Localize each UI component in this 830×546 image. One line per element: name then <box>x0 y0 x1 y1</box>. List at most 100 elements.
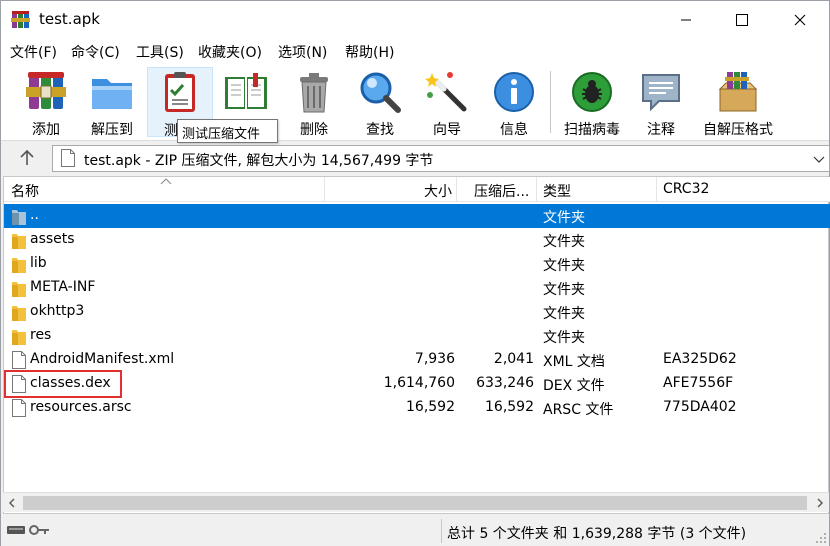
column-type[interactable]: 类型 <box>543 181 571 201</box>
file-name: .. <box>30 207 39 223</box>
file-type: 文件夹 <box>543 306 585 322</box>
file-list: 名称 大小 压缩后... 类型 CRC32 .. 文件夹 assets 文件夹 … <box>3 176 830 514</box>
table-row[interactable]: res 文件夹 <box>4 324 830 348</box>
info-button[interactable]: 信息 <box>484 67 544 138</box>
horizontal-scrollbar[interactable] <box>3 492 829 512</box>
file-name: lib <box>30 255 47 271</box>
file-type: 文件夹 <box>543 282 585 298</box>
sfx-label: 自解压格式 <box>703 122 773 138</box>
table-row[interactable]: META-INF 文件夹 <box>4 276 830 300</box>
toolbar-separator <box>550 71 551 133</box>
up-one-level-icon[interactable] <box>17 148 37 168</box>
table-row[interactable]: okhttp3 文件夹 <box>4 300 830 324</box>
sfx-box-icon <box>718 72 758 112</box>
file-name: META-INF <box>30 279 96 295</box>
toolbar: 添加 解压到 测 删除 查找 向导 信息 扫描病毒 注释 自解压格式 <box>1 63 829 141</box>
test-tooltip: 测试压缩文件 <box>177 119 278 143</box>
file-name: res <box>30 327 52 343</box>
file-icon <box>12 375 26 393</box>
maximize-button[interactable] <box>714 1 770 39</box>
file-type: 文件夹 <box>543 258 585 274</box>
add-label: 添加 <box>32 122 60 138</box>
file-crc: 775DA402 <box>663 399 737 415</box>
sort-ascending-icon <box>160 178 172 185</box>
folder-icon <box>12 234 26 249</box>
view-book-icon <box>225 73 267 109</box>
column-packed[interactable]: 压缩后... <box>474 181 529 201</box>
file-type: 文件夹 <box>543 234 585 250</box>
add-archive-icon <box>26 72 66 109</box>
close-button[interactable] <box>772 1 828 39</box>
scroll-left-icon[interactable] <box>3 493 21 513</box>
delete-button[interactable]: 删除 <box>284 67 344 138</box>
winrar-window: test.apk 文件(F) 命令(C) 工具(S) 收藏夹(O) 选项(N) … <box>0 0 830 546</box>
column-size[interactable]: 大小 <box>424 181 452 201</box>
table-row[interactable]: lib 文件夹 <box>4 252 830 276</box>
table-row[interactable]: assets 文件夹 <box>4 228 830 252</box>
extract-to-button[interactable]: 解压到 <box>81 67 143 138</box>
column-name[interactable]: 名称 <box>11 181 39 201</box>
comment-button[interactable]: 注释 <box>631 67 691 138</box>
drive-key-icon <box>7 525 49 535</box>
menu-favorites[interactable]: 收藏夹(O) <box>198 42 262 62</box>
virus-scan-icon <box>572 72 612 112</box>
path-text: test.apk - ZIP 压缩文件, 解包大小为 14,567,499 字节 <box>84 153 434 169</box>
column-divider[interactable] <box>324 177 325 202</box>
menu-options[interactable]: 选项(N) <box>278 42 327 62</box>
chevron-down-icon[interactable] <box>813 153 825 165</box>
file-name: AndroidManifest.xml <box>30 351 175 367</box>
address-bar: test.apk - ZIP 压缩文件, 解包大小为 14,567,499 字节 <box>1 142 830 174</box>
document-icon <box>61 149 75 167</box>
add-button[interactable]: 添加 <box>13 67 79 138</box>
column-header: 名称 大小 压缩后... 类型 CRC32 <box>4 177 830 202</box>
magnifier-icon <box>360 72 401 113</box>
wizard-button[interactable]: 向导 <box>417 67 477 138</box>
path-combobox[interactable]: test.apk - ZIP 压缩文件, 解包大小为 14,567,499 字节 <box>52 145 830 172</box>
resize-grip-icon[interactable] <box>815 532 827 544</box>
winrar-app-icon <box>11 11 30 28</box>
folder-icon <box>12 258 26 273</box>
info-label: 信息 <box>500 122 528 138</box>
window-title: test.apk <box>39 10 100 28</box>
delete-label: 删除 <box>300 122 328 138</box>
scrollbar-thumb[interactable] <box>23 496 807 510</box>
scroll-right-icon[interactable] <box>811 493 829 513</box>
file-name: resources.arsc <box>30 399 132 415</box>
comment-label: 注释 <box>647 122 675 138</box>
folder-icon <box>12 330 26 345</box>
minimize-button[interactable] <box>658 1 714 39</box>
menu-help[interactable]: 帮助(H) <box>345 42 394 62</box>
table-row[interactable]: classes.dex 1,614,760 633,246 DEX 文件 AFE… <box>4 372 830 396</box>
table-row[interactable]: AndroidManifest.xml 7,936 2,041 XML 文档 E… <box>4 348 830 372</box>
file-name: classes.dex <box>30 375 111 391</box>
find-label: 查找 <box>366 122 394 138</box>
file-size: 1,614,760 <box>383 375 455 391</box>
file-crc: EA325D62 <box>663 351 737 367</box>
file-name: okhttp3 <box>30 303 85 319</box>
column-divider[interactable] <box>456 177 457 202</box>
column-divider[interactable] <box>656 177 657 202</box>
file-icon <box>12 351 26 369</box>
file-name: assets <box>30 231 75 247</box>
status-summary: 总计 5 个文件夹 和 1,639,288 字节 (3 个文件) <box>447 526 747 542</box>
virus-scan-button[interactable]: 扫描病毒 <box>557 67 627 138</box>
file-size: 7,936 <box>414 351 455 367</box>
column-divider[interactable] <box>536 177 537 202</box>
menu-file[interactable]: 文件(F) <box>10 42 57 62</box>
file-packed: 633,246 <box>476 375 534 391</box>
file-size: 16,592 <box>406 399 455 415</box>
file-type: ARSC 文件 <box>543 402 614 418</box>
virus-scan-label: 扫描病毒 <box>564 122 620 138</box>
table-row[interactable]: .. 文件夹 <box>4 204 830 228</box>
info-icon <box>494 72 534 112</box>
menu-commands[interactable]: 命令(C) <box>71 42 120 62</box>
find-button[interactable]: 查找 <box>350 67 410 138</box>
menu-tools[interactable]: 工具(S) <box>136 42 184 62</box>
sfx-button[interactable]: 自解压格式 <box>695 67 781 138</box>
table-row[interactable]: resources.arsc 16,592 16,592 ARSC 文件 775… <box>4 396 830 420</box>
folder-icon <box>12 306 26 321</box>
column-crc[interactable]: CRC32 <box>663 181 709 197</box>
status-divider <box>441 519 442 543</box>
wizard-label: 向导 <box>433 122 461 138</box>
close-icon <box>794 14 806 26</box>
